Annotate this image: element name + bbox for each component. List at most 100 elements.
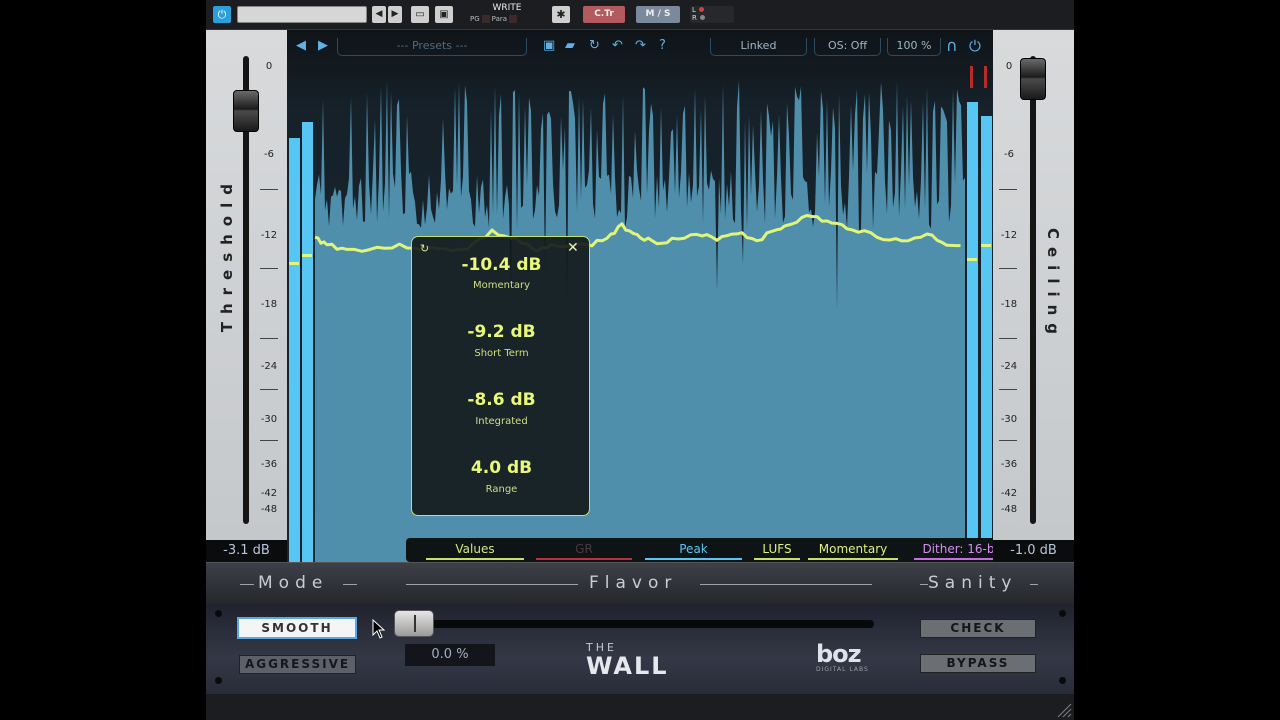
ceiling-scale-6: -6	[1004, 149, 1014, 160]
output-meter-left	[967, 102, 978, 562]
short-term-value: -9.2 dB	[467, 322, 536, 342]
legend-gr[interactable]: GR	[536, 542, 632, 560]
threshold-fader-knob[interactable]	[233, 90, 259, 132]
clip-indicator-left	[970, 66, 973, 88]
integrated-label: Integrated	[475, 416, 528, 427]
mouse-cursor-icon	[372, 619, 386, 639]
legend-peak[interactable]: Peak	[645, 542, 742, 560]
scale-tick	[260, 440, 278, 441]
para-label: Para	[491, 15, 508, 23]
sanity-title: Sanity	[928, 573, 1018, 593]
threshold-scale-18: -18	[260, 299, 278, 310]
pg-toggle[interactable]	[481, 15, 490, 23]
folder-icon[interactable]: ▭	[411, 6, 429, 23]
next-arrow-icon[interactable]: ▶	[388, 6, 402, 23]
ctr-button[interactable]: C.Tr	[583, 6, 625, 23]
refresh-icon[interactable]: ↻	[589, 38, 600, 54]
threshold-scale-0: 0	[265, 61, 273, 72]
power-icon[interactable]: ⏻	[969, 38, 981, 54]
controls-panel: SMOOTH AGGRESSIVE 0.0 % THE WALL boz DIG…	[206, 604, 1074, 694]
scale-tick	[999, 338, 1017, 339]
prev-preset-icon[interactable]: ◀	[296, 38, 306, 54]
flavor-value[interactable]: 0.0 %	[405, 644, 495, 666]
divider	[1030, 584, 1038, 585]
para-toggle[interactable]	[509, 15, 518, 23]
ceiling-scale-18: -18	[1000, 299, 1018, 310]
aggressive-button[interactable]: AGGRESSIVE	[239, 655, 356, 674]
the-wall-logo: THE WALL	[586, 641, 669, 678]
help-icon[interactable]: ?	[659, 38, 666, 54]
flavor-slider-knob[interactable]	[394, 610, 434, 637]
check-button[interactable]: CHECK	[920, 619, 1036, 638]
legend-dither[interactable]: Dither: 16-bit	[914, 542, 993, 560]
scale-tick	[999, 189, 1017, 190]
clip-indicator-right	[984, 66, 987, 88]
display-toolbar: ◀ ▶ --- Presets --- ▣ ▰ ↻ ↶ ↷ ? Linked O…	[287, 30, 993, 64]
lr-routing-button[interactable]: L R	[690, 6, 734, 23]
write-automation[interactable]: WRITE PG Para	[470, 3, 540, 23]
ceiling-scale-24: -24	[1000, 361, 1018, 372]
scale-tick	[999, 440, 1017, 441]
ceiling-marker-right	[981, 244, 991, 247]
scale-tick	[260, 189, 278, 190]
input-meter-right	[302, 122, 313, 562]
threshold-scale-42: -42	[260, 488, 278, 499]
next-preset-icon[interactable]: ▶	[318, 38, 328, 54]
write-label: WRITE	[492, 3, 522, 13]
input-meter-left	[289, 138, 300, 562]
oversampling-button[interactable]: OS: Off	[814, 38, 881, 56]
ceiling-scale-48: -48	[1000, 504, 1018, 515]
threshold-marker-right	[302, 254, 312, 257]
gear-icon[interactable]: ✱	[552, 6, 570, 23]
close-icon[interactable]: ✕	[567, 240, 579, 256]
threshold-marker-left	[289, 262, 299, 265]
logo-boz: boz	[816, 640, 862, 668]
pg-label: PG	[470, 15, 480, 23]
power-icon[interactable]: ⏻	[213, 6, 231, 23]
scale-tick	[260, 268, 278, 269]
threshold-value[interactable]: -3.1 dB	[206, 540, 287, 562]
headphones-icon[interactable]: ∩	[946, 38, 958, 54]
ceiling-title: Ceiling	[1044, 228, 1062, 343]
range-value: 4.0 dB	[470, 458, 533, 478]
save-icon[interactable]: ▣	[435, 6, 453, 23]
flavor-slider-track[interactable]	[400, 620, 874, 628]
boz-logo: boz DIGITAL LABS	[816, 642, 869, 673]
host-toolbar: ⏻ ◀ ▶ ▭ ▣ WRITE PG Para ✱ C.Tr M / S L R	[206, 0, 1074, 30]
undo-icon[interactable]: ↶	[612, 38, 623, 54]
ceiling-scale-12: -12	[1000, 230, 1018, 241]
ceiling-scale-30: -30	[1000, 414, 1018, 425]
legend-values[interactable]: Values	[426, 542, 524, 560]
resize-handle-icon[interactable]	[1056, 702, 1072, 718]
ms-button[interactable]: M / S	[636, 6, 680, 23]
ceiling-scale-0: 0	[1005, 61, 1013, 72]
mode-title: Mode	[258, 573, 329, 593]
ceiling-fader-track[interactable]	[1030, 56, 1036, 524]
redo-icon[interactable]: ↷	[635, 38, 646, 54]
prev-arrow-icon[interactable]: ◀	[372, 6, 386, 23]
screw-icon	[1059, 677, 1066, 684]
scale-tick	[260, 338, 278, 339]
save-icon[interactable]: ▣	[543, 38, 555, 54]
bypass-button[interactable]: BYPASS	[920, 654, 1036, 673]
divider	[406, 584, 578, 585]
scale-tick	[999, 389, 1017, 390]
threshold-scale-12: -12	[260, 230, 278, 241]
lr-dot-icon	[699, 15, 705, 20]
ceiling-value[interactable]: -1.0 dB	[993, 540, 1074, 562]
reset-icon[interactable]: ↻	[420, 242, 429, 255]
zoom-button[interactable]: 100 %	[887, 38, 941, 56]
presets-dropdown[interactable]: --- Presets ---	[337, 38, 527, 56]
threshold-scale-6: -6	[264, 149, 274, 160]
linked-button[interactable]: Linked	[710, 38, 807, 56]
folder-icon[interactable]: ▰	[565, 38, 575, 54]
threshold-scale-48: -48	[260, 504, 278, 515]
host-preset-field[interactable]	[237, 6, 367, 23]
legend-momentary[interactable]: Momentary	[808, 542, 898, 560]
lr-dot-icon	[698, 7, 704, 12]
smooth-button[interactable]: SMOOTH	[237, 617, 357, 639]
output-meter-right	[981, 116, 992, 562]
momentary-label: Momentary	[472, 280, 531, 291]
legend-lufs[interactable]: LUFS	[754, 542, 800, 560]
ceiling-fader-knob[interactable]	[1020, 58, 1046, 100]
